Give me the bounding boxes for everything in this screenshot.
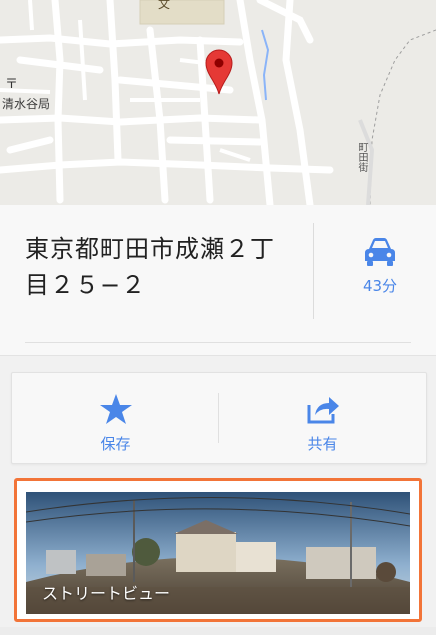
street-view-thumbnail[interactable]: ストリートビュー <box>26 492 410 614</box>
bottom-edge <box>0 627 436 635</box>
car-icon <box>365 238 395 266</box>
divider <box>313 223 314 319</box>
save-label: 保存 <box>100 435 131 453</box>
street-view-label: ストリートビュー <box>42 584 171 603</box>
divider <box>25 342 411 343</box>
star-icon <box>99 394 132 424</box>
place-address: 東京都町田市成瀬２丁目２５−２ <box>25 235 275 299</box>
svg-text:〒: 〒 <box>5 77 18 92</box>
save-button[interactable]: 保存 <box>12 373 219 463</box>
map-view[interactable]: 文 〒 清水谷局 町田街 <box>0 0 436 205</box>
drive-time: 43分 <box>362 277 398 295</box>
map-roads: 文 〒 <box>0 0 436 205</box>
share-icon <box>307 397 339 424</box>
street-view-card[interactable]: ストリートビュー <box>14 478 422 622</box>
place-card: 東京都町田市成瀬２丁目２５−２ 43分 <box>0 205 436 356</box>
share-button[interactable]: 共有 <box>219 373 426 463</box>
svg-text:文: 文 <box>158 0 170 11</box>
location-pin-icon[interactable] <box>203 46 235 96</box>
post-office-label: 清水谷局 <box>2 97 51 111</box>
action-bar: 保存 共有 <box>11 372 427 464</box>
road-label: 町田街 <box>356 142 367 172</box>
share-label: 共有 <box>307 435 338 453</box>
directions-button[interactable]: 43分 <box>330 237 430 296</box>
